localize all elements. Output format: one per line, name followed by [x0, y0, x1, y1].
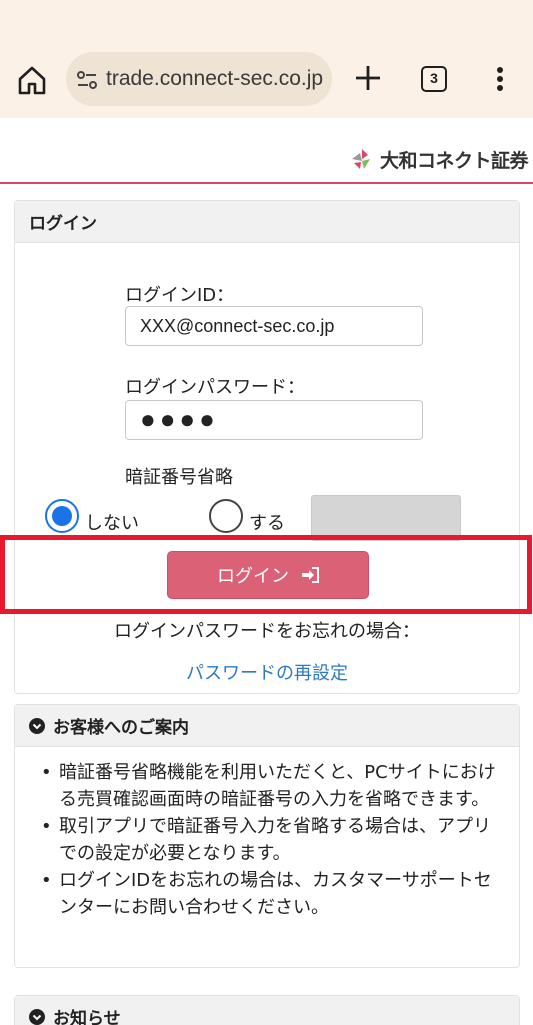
address-bar[interactable]: trade.connect-sec.co.jp [66, 52, 332, 106]
pin-omit-on-label[interactable]: する [249, 509, 285, 535]
guide-panel: お客様へのご案内 暗証番号省略機能を利用いただくと、PCサイトにおける売買確認画… [14, 704, 520, 968]
password-reset-link[interactable]: パスワードの再設定 [15, 659, 519, 685]
guide-heading: お客様へのご案内 [53, 718, 189, 738]
list-item: ログインIDをお忘れの場合は、カスタマーサポートセンターにお問い合わせください。 [41, 867, 497, 921]
password-label: ログインパスワード： [125, 377, 305, 398]
plus-icon[interactable] [352, 62, 384, 94]
guide-list: 暗証番号省略機能を利用いただくと、PCサイトにおける売買確認画面時の暗証番号の入… [15, 747, 519, 921]
logo-text: 大和コネクト証券 [380, 149, 529, 172]
chevron-down-circle-icon [29, 717, 45, 734]
news-panel-title[interactable]: お知らせ [15, 996, 519, 1025]
chevron-down-circle-icon [29, 1008, 45, 1025]
pin-omit-label: 暗証番号省略 [125, 467, 233, 488]
login-panel-title: ログイン [15, 201, 519, 243]
tab-count: 3 [430, 70, 438, 86]
guide-panel-title[interactable]: お客様へのご案内 [15, 705, 519, 747]
more-vert-icon[interactable] [488, 64, 512, 94]
login-heading: ログイン [29, 214, 97, 234]
login-id-input[interactable]: XXX@connect-sec.co.jp [125, 306, 423, 346]
url-text[interactable]: trade.connect-sec.co.jp [106, 67, 323, 91]
list-item: 暗証番号省略機能を利用いただくと、PCサイトにおける売買確認画面時の暗証番号の入… [41, 759, 497, 813]
password-value: ●●●● [140, 404, 219, 434]
login-panel: ログイン ログインID： XXX@connect-sec.co.jp ログインパ… [14, 200, 520, 694]
site-header: 大和コネクト証券 [0, 118, 533, 184]
company-logo[interactable]: 大和コネクト証券 [348, 146, 529, 172]
sign-in-icon [302, 567, 319, 583]
pin-omit-off-radio[interactable] [45, 499, 79, 533]
login-id-label: ログインID： [125, 285, 235, 306]
browser-toolbar: trade.connect-sec.co.jp 3 [0, 0, 533, 118]
tabs-icon[interactable]: 3 [421, 66, 447, 92]
news-heading: お知らせ [53, 1009, 121, 1025]
news-panel: お知らせ [14, 995, 520, 1025]
pin-omit-on-radio[interactable] [209, 499, 243, 533]
login-button[interactable]: ログイン [167, 551, 369, 599]
logo-mark-icon [352, 149, 370, 169]
forgot-password-text: ログインパスワードをお忘れの場合： [114, 621, 420, 642]
pin-omit-off-label[interactable]: しない [85, 509, 139, 535]
pin-input-disabled [311, 495, 461, 541]
list-item: 取引アプリで暗証番号入力を省略する場合は、アプリでの設定が必要となります。 [41, 813, 497, 867]
site-settings-icon[interactable] [76, 70, 98, 90]
password-input[interactable]: ●●●● [125, 400, 423, 440]
login-button-label: ログイン [217, 566, 289, 587]
login-id-value: XXX@connect-sec.co.jp [140, 316, 335, 336]
home-icon[interactable] [14, 62, 50, 98]
